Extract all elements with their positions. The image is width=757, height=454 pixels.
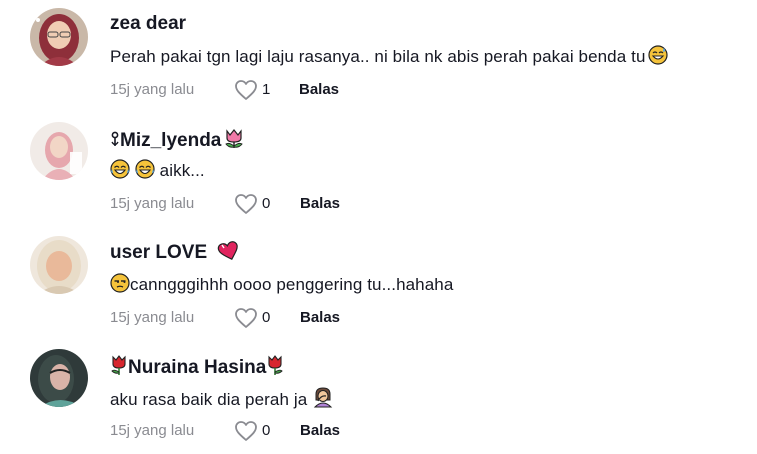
avatar[interactable] [30, 8, 88, 66]
avatar-image [30, 236, 88, 294]
comment-item: user LOVE canngggihhh oooo penggering tu… [0, 228, 757, 341]
tears-of-joy-emoji-icon [110, 159, 130, 179]
avatar-image [30, 349, 88, 407]
tulip-emoji-icon [223, 127, 245, 149]
username[interactable]: Miz_lyenda [110, 127, 245, 152]
heart-icon[interactable] [234, 307, 258, 329]
reply-button[interactable]: Balas [300, 195, 340, 212]
timestamp: 15j yang lalu [110, 309, 195, 326]
like-count: 0 [262, 422, 271, 439]
like-count: 0 [262, 309, 271, 326]
rose-emoji-icon [266, 354, 284, 376]
comment-text-content: aikk... [159, 161, 205, 180]
comment-text-content: Perah pakai tgn lagi laju rasanya.. ni b… [110, 47, 646, 66]
timestamp: 15j yang lalu [110, 195, 195, 212]
comment-text: canngggihhh oooo penggering tu...hahaha [110, 273, 453, 295]
grinning-sweat-emoji-icon [647, 45, 668, 65]
reply-button[interactable]: Balas [299, 81, 339, 98]
reply-button[interactable]: Balas [300, 422, 340, 439]
avatar-image [30, 122, 88, 180]
reply-button[interactable]: Balas [300, 309, 340, 326]
comment-item: zea dear Perah pakai tgn lagi laju rasan… [0, 0, 757, 113]
rose-emoji-icon [110, 354, 128, 376]
avatar[interactable] [30, 122, 88, 180]
comment-text-content: aku rasa baik dia perah ja [110, 390, 308, 409]
tears-of-joy-emoji-icon [135, 159, 155, 179]
comment-text: aikk... [110, 159, 205, 181]
username-text: Miz_lyenda [120, 130, 222, 151]
timestamp: 15j yang lalu [110, 81, 195, 98]
pin-icon [110, 131, 120, 149]
username-text: user LOVE [110, 242, 208, 263]
timestamp: 15j yang lalu [110, 422, 195, 439]
comment-item: Miz_lyenda aikk... 15j yang lalu 0 Balas [0, 114, 757, 227]
heart-icon[interactable] [234, 193, 258, 215]
like-count: 0 [262, 195, 271, 212]
username[interactable]: Nuraina Hasina [110, 354, 284, 379]
heart-emoji-icon [215, 241, 241, 261]
unamused-face-emoji-icon [110, 273, 130, 293]
heart-icon[interactable] [234, 79, 258, 101]
comment-text: aku rasa baik dia perah ja [110, 386, 334, 410]
username[interactable]: zea dear [110, 13, 186, 35]
avatar[interactable] [30, 236, 88, 294]
like-count: 1 [262, 81, 271, 98]
comment-item: Nuraina Hasina aku rasa baik dia perah j… [0, 341, 757, 454]
comment-text: Perah pakai tgn lagi laju rasanya.. ni b… [110, 45, 670, 67]
username-text: Nuraina Hasina [128, 357, 267, 378]
username[interactable]: user LOVE [110, 241, 241, 264]
heart-icon[interactable] [234, 420, 258, 442]
avatar[interactable] [30, 349, 88, 407]
avatar-image [30, 8, 88, 66]
comment-text-content: canngggihhh oooo penggering tu...hahaha [130, 275, 454, 294]
person-facepalming-emoji-icon [312, 386, 334, 408]
